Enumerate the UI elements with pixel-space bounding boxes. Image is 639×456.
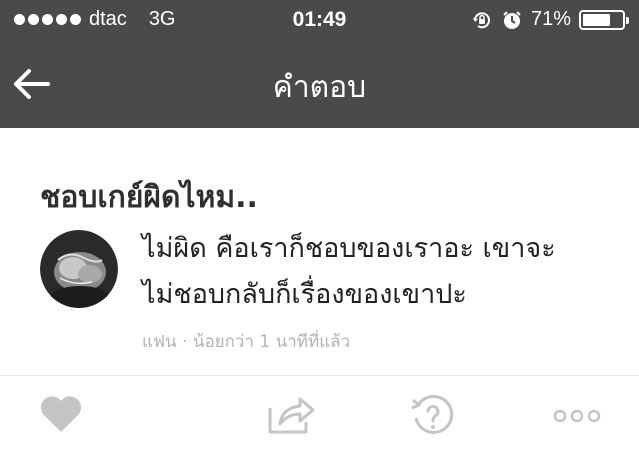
action-bar: [0, 376, 639, 456]
navigation-bar: คำตอบ: [0, 40, 639, 128]
battery-percent: 71%: [530, 8, 571, 30]
battery-icon: [579, 9, 629, 30]
heart-icon: [40, 396, 82, 432]
battery-fill: [583, 13, 610, 26]
answer-line-1: ไม่ผิด คือเราก็ชอบของเราอะ เขาจะ: [142, 233, 556, 264]
answer-text: ไม่ผิด คือเราก็ชอบของเราอะ เขาจะ ไม่ชอบก…: [142, 226, 622, 318]
more-icon: [553, 409, 601, 423]
alarm-icon: [501, 9, 523, 31]
question-icon: [411, 394, 454, 434]
page-title: คำตอบ: [272, 70, 367, 105]
like-button[interactable]: [38, 394, 88, 438]
avatar-image: [40, 230, 118, 308]
ask-button[interactable]: [410, 394, 460, 438]
answer-meta: แฟน · น้อยกว่า 1 นาทีที่แล้ว: [142, 332, 351, 352]
avatar[interactable]: [40, 230, 118, 308]
status-bar: dtac 3G 01:49 71%: [0, 0, 639, 40]
more-button[interactable]: [552, 394, 602, 438]
share-icon: [268, 397, 315, 434]
question-text: ชอบเกย์ผิดไหม..: [40, 180, 258, 215]
status-right: 71%: [471, 8, 629, 31]
share-button[interactable]: [266, 394, 316, 438]
answer-line-2: ไม่ชอบกลับก็เรื่องของเขาปะ: [142, 279, 467, 310]
rotation-lock-icon: [471, 9, 493, 31]
